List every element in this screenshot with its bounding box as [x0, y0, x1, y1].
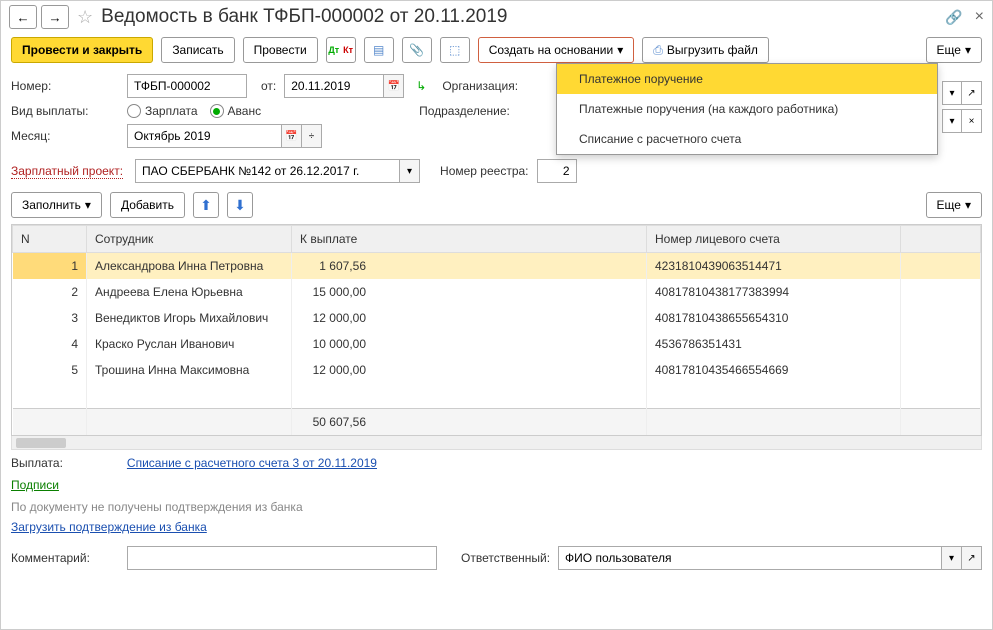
payout-link[interactable]: Списание с расчетного счета 3 от 20.11.2… — [127, 456, 377, 470]
payout-label: Выплата: — [11, 456, 63, 470]
comment-label: Комментарий: — [11, 551, 119, 565]
select-icon[interactable]: ▾ — [942, 109, 962, 133]
more-button[interactable]: Еще ▾ — [926, 37, 982, 63]
table-row[interactable]: 5 Трошина Инна Максимовна 12 000,00 4081… — [13, 357, 981, 383]
radio-salary-label: Зарплата — [145, 104, 198, 118]
org-label: Организация: — [442, 79, 518, 93]
bank-note: По документу не получены подтверждения и… — [1, 498, 992, 516]
table-more-button[interactable]: Еще ▾ — [926, 192, 982, 218]
move-down-button[interactable]: ⬇ — [227, 192, 253, 218]
page-title: Ведомость в банк ТФБП-000002 от 20.11.20… — [101, 6, 941, 28]
arrow-icon[interactable]: ↳ — [416, 79, 426, 93]
dropdown-icon[interactable]: ▾ — [400, 159, 420, 183]
dropdown-item-payment-orders-each[interactable]: Платежные поручения (на каждого работник… — [557, 94, 937, 124]
dropdown-item-payment-order[interactable]: Платежное поручение — [557, 64, 937, 94]
col-emp-header[interactable]: Сотрудник — [87, 226, 292, 253]
open-icon[interactable]: ↗ — [962, 546, 982, 570]
responsible-input[interactable] — [558, 546, 942, 570]
col-extra-header[interactable] — [901, 226, 981, 253]
fill-button[interactable]: Заполнить ▾ — [11, 192, 102, 218]
nav-back-button[interactable]: ← — [9, 5, 37, 29]
employee-table: N Сотрудник К выплате Номер лицевого сче… — [12, 225, 981, 435]
table-more-label: Еще — [937, 198, 961, 212]
create-based-label: Создать на основании — [489, 43, 614, 57]
paytype-label: Вид выплаты: — [11, 104, 119, 118]
project-input[interactable] — [135, 159, 400, 183]
stepper-icon[interactable]: ÷ — [302, 124, 322, 148]
structure-icon[interactable]: ⬚ — [440, 37, 470, 63]
signatures-link[interactable]: Подписи — [11, 478, 59, 492]
create-based-dropdown: Платежное поручение Платежные поручения … — [556, 63, 938, 155]
registry-input[interactable] — [537, 159, 577, 183]
number-input[interactable] — [127, 74, 247, 98]
favorite-star-icon[interactable]: ☆ — [77, 7, 93, 28]
select-icon[interactable]: ▾ — [942, 81, 962, 105]
upload-label: Выгрузить файл — [667, 43, 758, 57]
comment-input[interactable] — [127, 546, 437, 570]
registry-label: Номер реестра: — [440, 164, 528, 178]
chevron-down-icon: ▾ — [85, 198, 91, 212]
chevron-down-icon: ▾ — [965, 43, 971, 57]
responsible-label: Ответственный: — [461, 551, 550, 565]
link-icon[interactable]: 🔗 — [945, 9, 962, 26]
calendar-icon[interactable]: 📅 — [282, 124, 302, 148]
dropdown-icon[interactable]: ▾ — [942, 546, 962, 570]
table-row[interactable]: 3 Венедиктов Игорь Михайлович 12 000,00 … — [13, 305, 981, 331]
add-button[interactable]: Добавить — [110, 192, 185, 218]
fill-label: Заполнить — [22, 198, 81, 212]
post-button[interactable]: Провести — [243, 37, 318, 63]
close-icon[interactable]: × — [975, 8, 984, 26]
horizontal-scrollbar[interactable] — [11, 436, 982, 450]
col-acc-header[interactable]: Номер лицевого счета — [647, 226, 901, 253]
attachment-icon[interactable]: 📎 — [402, 37, 432, 63]
radio-advance-label: Аванс — [228, 104, 262, 118]
load-confirmation-link[interactable]: Загрузить подтверждение из банка — [11, 520, 207, 534]
open-icon[interactable]: ↗ — [962, 81, 982, 105]
month-label: Месяц: — [11, 129, 119, 143]
move-up-button[interactable]: ⬆ — [193, 192, 219, 218]
chevron-down-icon: ▾ — [965, 198, 971, 212]
upload-file-button[interactable]: ⎙ Выгрузить файл — [642, 37, 769, 63]
more-label: Еще — [937, 43, 961, 57]
dt-kt-icon[interactable]: ДтКт — [326, 37, 356, 63]
table-row[interactable]: 2 Андреева Елена Юрьевна 15 000,00 40817… — [13, 279, 981, 305]
date-input[interactable] — [284, 74, 384, 98]
nav-forward-button[interactable]: → — [41, 5, 69, 29]
calendar-icon[interactable]: 📅 — [384, 74, 404, 98]
total-cell: 50 607,56 — [292, 409, 647, 436]
table-row[interactable]: 1 Александрова Инна Петровна 1 607,56 42… — [13, 253, 981, 279]
radio-advance[interactable]: Аванс — [210, 104, 262, 118]
from-label: от: — [261, 79, 276, 93]
radio-salary[interactable]: Зарплата — [127, 104, 198, 118]
upload-icon: ⎙ — [653, 43, 663, 58]
col-n-header[interactable]: N — [13, 226, 87, 253]
chevron-down-icon: ▾ — [617, 43, 623, 57]
empty-row — [13, 383, 981, 409]
project-label: Зарплатный проект: — [11, 164, 123, 179]
col-pay-header[interactable]: К выплате — [292, 226, 647, 253]
clear-icon[interactable]: × — [962, 109, 982, 133]
month-input[interactable] — [127, 124, 282, 148]
save-button[interactable]: Записать — [161, 37, 234, 63]
post-and-close-button[interactable]: Провести и закрыть — [11, 37, 153, 63]
dropdown-item-writeoff[interactable]: Списание с расчетного счета — [557, 124, 937, 154]
dept-label: Подразделение: — [419, 104, 510, 118]
table-row[interactable]: 4 Краско Руслан Иванович 10 000,00 45367… — [13, 331, 981, 357]
number-label: Номер: — [11, 79, 119, 93]
create-based-button[interactable]: Создать на основании ▾ — [478, 37, 635, 63]
document-icon[interactable]: ▤ — [364, 37, 394, 63]
